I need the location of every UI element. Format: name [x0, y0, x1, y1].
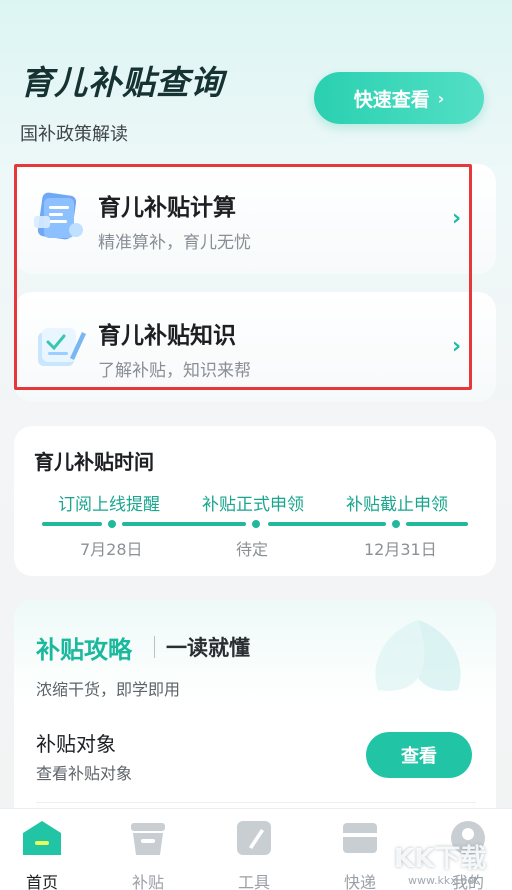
tab-label: 快递 [343, 873, 376, 890]
knowledge-title: 育儿补贴知识 [98, 323, 236, 349]
watermark-url: www.kkx.net [408, 874, 479, 887]
chevron-right-icon: › [452, 206, 462, 231]
page-title: 育儿补贴查询 [20, 63, 224, 102]
guide-card: 补贴攻略 一读就懂 浓缩干货，即学即用 补贴对象 查看补贴对象 查看 [14, 600, 496, 830]
tab-tools[interactable]: 工具 [214, 819, 294, 890]
tab-home[interactable]: 首页 [2, 819, 82, 890]
basket-icon [131, 823, 165, 855]
tab-label: 首页 [25, 873, 58, 890]
timeline-card: 育儿补贴时间 订阅上线提醒 补贴正式申领 补贴截止申领 7月28日 待定 12月… [14, 426, 496, 576]
pen-icon [237, 821, 271, 855]
divider [36, 802, 476, 803]
calculation-subtitle: 精准算补，育儿无忧 [98, 233, 251, 253]
tab-label: 工具 [237, 873, 270, 890]
view-button[interactable]: 查看 [366, 732, 472, 778]
timeline-date: 7月28日 [80, 540, 143, 559]
chevron-right-icon: › [437, 88, 445, 108]
leaf-decoration-icon [375, 620, 461, 691]
guide-title: 补贴攻略 [36, 636, 132, 664]
tab-subsidy[interactable]: 补贴 [108, 819, 188, 890]
page-subtitle: 国补政策解读 [20, 124, 128, 145]
calculation-title: 育儿补贴计算 [98, 195, 236, 221]
box-icon [343, 823, 377, 853]
chevron-right-icon: › [452, 334, 462, 359]
timeline-date: 待定 [236, 540, 269, 559]
timeline-dot [252, 520, 260, 528]
subsidy-target-subtitle: 查看补贴对象 [36, 764, 133, 783]
quick-view-button[interactable]: 快速查看 › [314, 72, 484, 124]
watermark-logo: KK下载 [394, 844, 487, 874]
tab-express[interactable]: 快递 [320, 819, 400, 890]
timeline-stage: 补贴截止申领 [346, 495, 448, 515]
knowledge-card[interactable]: 育儿补贴知识 了解补贴，知识来帮 › [14, 292, 496, 402]
knowledge-subtitle: 了解补贴，知识来帮 [98, 361, 251, 381]
quick-view-label: 快速查看 [353, 88, 430, 111]
timeline-dot [108, 520, 116, 528]
notebook-pen-icon [38, 328, 86, 366]
divider [154, 636, 155, 658]
tab-label: 补贴 [131, 873, 164, 890]
timeline-stage: 补贴正式申领 [202, 495, 304, 515]
timeline-date: 12月31日 [364, 540, 437, 559]
timeline-title: 育儿补贴时间 [34, 450, 154, 474]
home-icon [23, 821, 61, 855]
guide-subtitle: 浓缩干货，即学即用 [36, 680, 181, 699]
calculation-card[interactable]: 育儿补贴计算 精准算补，育儿无忧 › [14, 164, 496, 274]
calculator-document-icon [34, 192, 83, 240]
timeline-track [42, 520, 468, 528]
subsidy-target-title: 补贴对象 [36, 732, 116, 756]
guide-tag: 一读就懂 [166, 636, 250, 660]
timeline-stage: 订阅上线提醒 [58, 495, 160, 515]
timeline-dot [392, 520, 400, 528]
header: 育儿补贴查询 国补政策解读 [20, 56, 224, 146]
